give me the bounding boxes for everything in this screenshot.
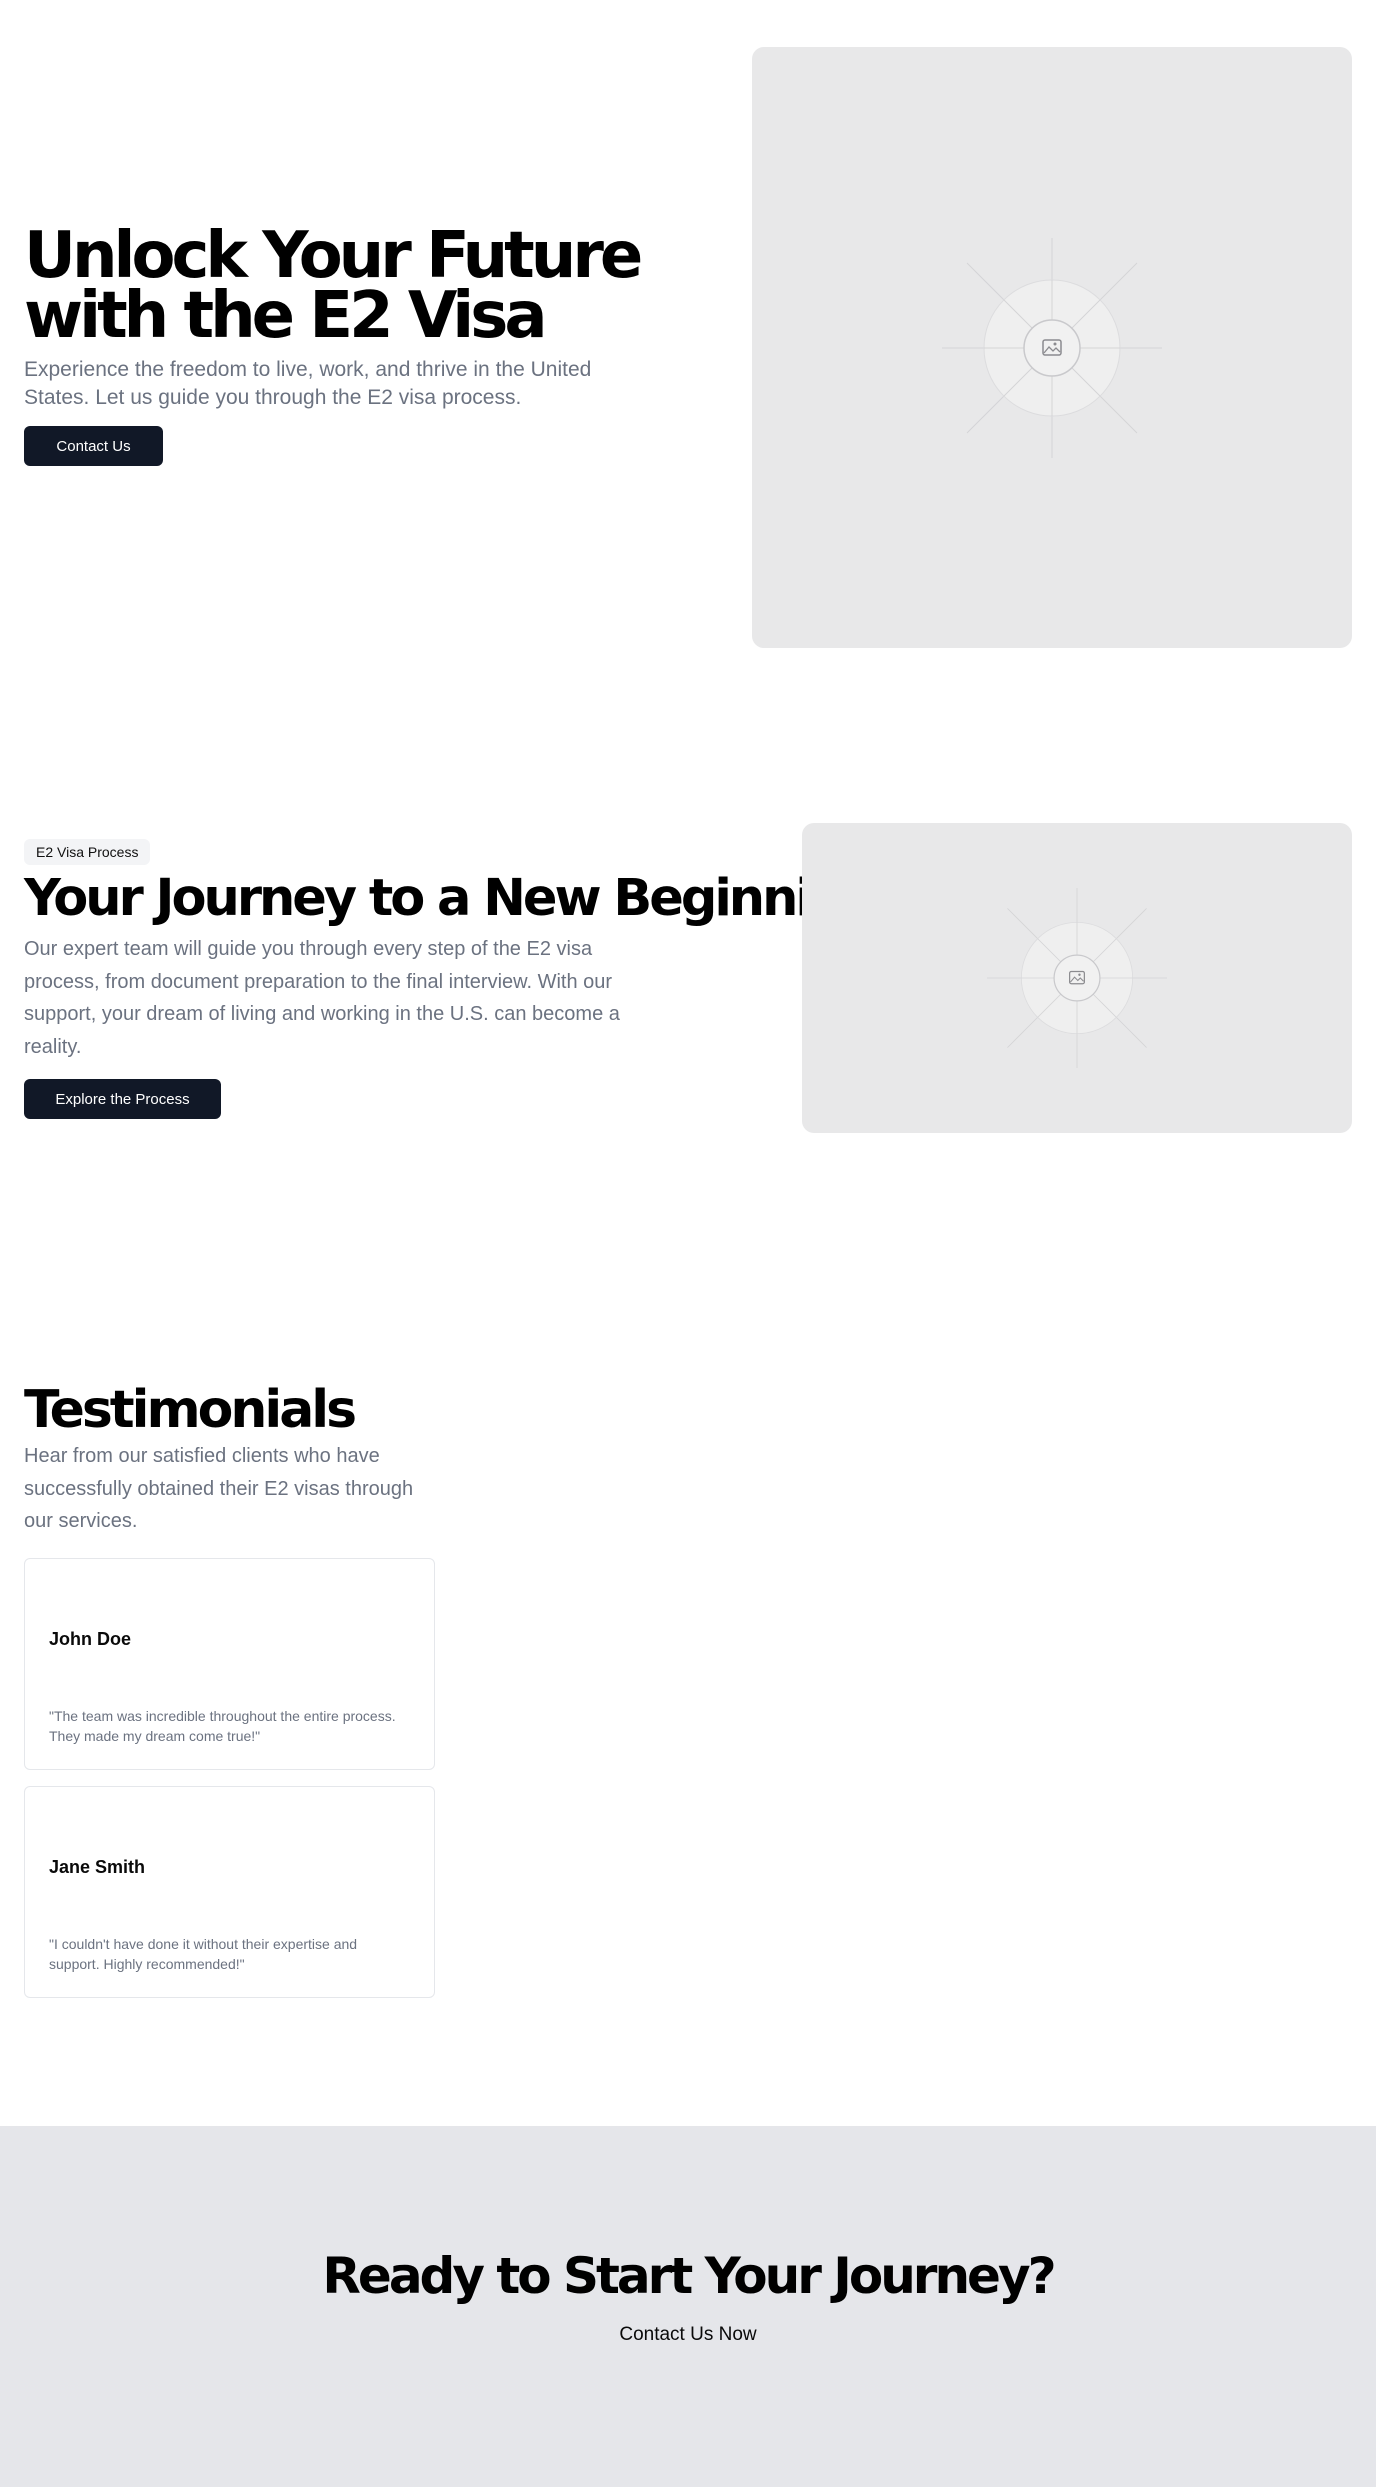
journey-title: Your Journey to a New Beginning <box>24 869 880 928</box>
contact-us-now-link[interactable]: Contact Us Now <box>0 2324 1376 2346</box>
testimonial-card: Jane Smith "I couldn't have done it with… <box>24 1786 435 1998</box>
cta-title: Ready to Start Your Journey? <box>322 2247 1056 2305</box>
hero-title: Unlock Your Future with the E2 Visa <box>24 219 643 353</box>
process-badge: E2 Visa Process <box>24 839 151 865</box>
testimonial-card: John Doe "The team was incredible throug… <box>24 1558 435 1770</box>
testimonials-header: Testimonials Hear from our satisfied cli… <box>24 1380 444 1538</box>
journey-text-block: E2 Visa Process Your Journey to a New Be… <box>24 839 880 1119</box>
testimonials-subtitle: Hear from our satisfied clients who have… <box>24 1445 414 1532</box>
testimonial-author: Jane Smith <box>49 1857 146 1877</box>
hero-section: Unlock Your Future with the E2 Visa Expe… <box>0 0 1376 700</box>
testimonials-title: Testimonials <box>24 1380 357 1440</box>
testimonial-quote: "The team was incredible throughout the … <box>49 1708 396 1744</box>
testimonial-author: John Doe <box>49 1629 132 1649</box>
image-placeholder-icon <box>987 888 1167 1068</box>
image-placeholder-icon <box>942 237 1162 458</box>
hero-image <box>752 47 1352 648</box>
journey-image <box>802 823 1352 1133</box>
contact-us-button[interactable]: Contact Us <box>24 426 163 466</box>
hero-subtitle: Experience the freedom to live, work, an… <box>24 358 592 409</box>
explore-process-button[interactable]: Explore the Process <box>24 1079 221 1119</box>
hero-text-block: Unlock Your Future with the E2 Visa Expe… <box>24 219 704 466</box>
journey-subtitle: Our expert team will guide you through e… <box>24 938 620 1058</box>
testimonial-quote: "I couldn't have done it without their e… <box>49 1936 358 1972</box>
cta-section: Ready to Start Your Journey? Contact Us … <box>0 2126 1376 2487</box>
